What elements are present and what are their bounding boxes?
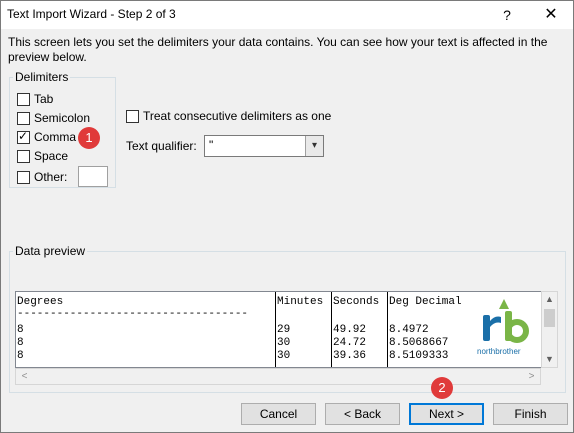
- tab-label: Tab: [34, 92, 54, 106]
- tab-checkbox-row[interactable]: Tab: [17, 91, 53, 107]
- other-label: Other:: [34, 170, 68, 184]
- help-button[interactable]: ?: [487, 1, 527, 29]
- other-checkbox[interactable]: [17, 170, 30, 184]
- scroll-left-icon[interactable]: <: [16, 369, 33, 384]
- semicolon-checkbox[interactable]: [17, 111, 30, 125]
- preview-header-cell: Seconds: [333, 296, 380, 308]
- preview-separator: -----------------------------------: [17, 308, 249, 320]
- preview-column-seconds[interactable]: Seconds 49.92 24.72 39.36: [332, 292, 388, 367]
- preview-horizontal-scrollbar[interactable]: < >: [15, 368, 541, 385]
- window-title: Text Import Wizard - Step 2 of 3: [7, 7, 176, 21]
- next-button[interactable]: Next >: [409, 403, 484, 425]
- preview-cell: 29: [277, 324, 291, 336]
- scroll-right-icon[interactable]: >: [523, 369, 540, 384]
- scroll-thumb[interactable]: [544, 309, 555, 327]
- space-checkbox[interactable]: [17, 149, 30, 163]
- data-preview-grid[interactable]: Degrees --------------------------------…: [15, 291, 543, 368]
- preview-cell: 8.5068667: [389, 337, 449, 349]
- consecutive-checkbox-row[interactable]: Treat consecutive delimiters as one: [126, 108, 331, 124]
- tab-checkbox[interactable]: [17, 92, 30, 106]
- finish-button[interactable]: Finish: [493, 403, 568, 425]
- preview-cell: 30: [277, 350, 291, 362]
- other-delimiter-input[interactable]: [78, 166, 108, 187]
- preview-cell: 8.5109333: [389, 350, 449, 362]
- intro-text: This screen lets you set the delimiters …: [8, 35, 548, 64]
- preview-cell: 39.36: [333, 350, 367, 362]
- text-qualifier-value: ": [209, 138, 214, 152]
- cancel-button[interactable]: Cancel: [241, 403, 316, 425]
- back-button[interactable]: < Back: [325, 403, 400, 425]
- data-preview-label: Data preview: [13, 244, 88, 258]
- preview-vertical-scrollbar[interactable]: ▲ ▼: [541, 291, 558, 368]
- chevron-down-icon[interactable]: ▾: [305, 136, 323, 156]
- text-qualifier-label: Text qualifier:: [126, 139, 197, 153]
- text-import-wizard-dialog: Text Import Wizard - Step 2 of 3 ? ✕ Thi…: [0, 0, 574, 433]
- northbrother-logo: northbrother: [473, 297, 535, 365]
- title-bar: Text Import Wizard - Step 2 of 3 ? ✕: [1, 1, 573, 29]
- other-checkbox-row[interactable]: Other:: [17, 169, 67, 185]
- preview-cell: 24.72: [333, 337, 367, 349]
- step-badge-2: 2: [431, 377, 453, 399]
- space-checkbox-row[interactable]: Space: [17, 148, 68, 164]
- consecutive-checkbox[interactable]: [126, 109, 139, 123]
- scroll-up-icon[interactable]: ▲: [542, 292, 557, 307]
- preview-header-cell: Minutes: [277, 296, 324, 308]
- comma-checkbox[interactable]: [17, 129, 30, 144]
- preview-cell: 8: [17, 337, 24, 349]
- preview-header-cell: Deg Decimal: [389, 296, 462, 308]
- comma-checkbox-row[interactable]: Comma: [17, 129, 76, 145]
- semicolon-checkbox-row[interactable]: Semicolon: [17, 110, 90, 126]
- text-qualifier-select[interactable]: " ▾: [204, 135, 324, 157]
- preview-column-minutes[interactable]: Minutes 29 30 30: [276, 292, 332, 367]
- step-badge-1: 1: [78, 127, 100, 149]
- preview-cell: 30: [277, 337, 291, 349]
- semicolon-label: Semicolon: [34, 111, 91, 125]
- preview-cell: 8.4972: [389, 324, 429, 336]
- space-label: Space: [34, 149, 69, 163]
- close-button[interactable]: ✕: [531, 1, 571, 29]
- comma-label: Comma: [34, 130, 77, 144]
- preview-cell: 8: [17, 350, 24, 362]
- preview-cell: 8: [17, 324, 24, 336]
- logo-wordmark: northbrother: [477, 347, 521, 356]
- preview-cell: 49.92: [333, 324, 367, 336]
- scroll-down-icon[interactable]: ▼: [542, 352, 557, 367]
- preview-column-degrees[interactable]: Degrees --------------------------------…: [16, 292, 276, 367]
- delimiters-group-label: Delimiters: [13, 70, 71, 84]
- consecutive-label: Treat consecutive delimiters as one: [143, 109, 332, 123]
